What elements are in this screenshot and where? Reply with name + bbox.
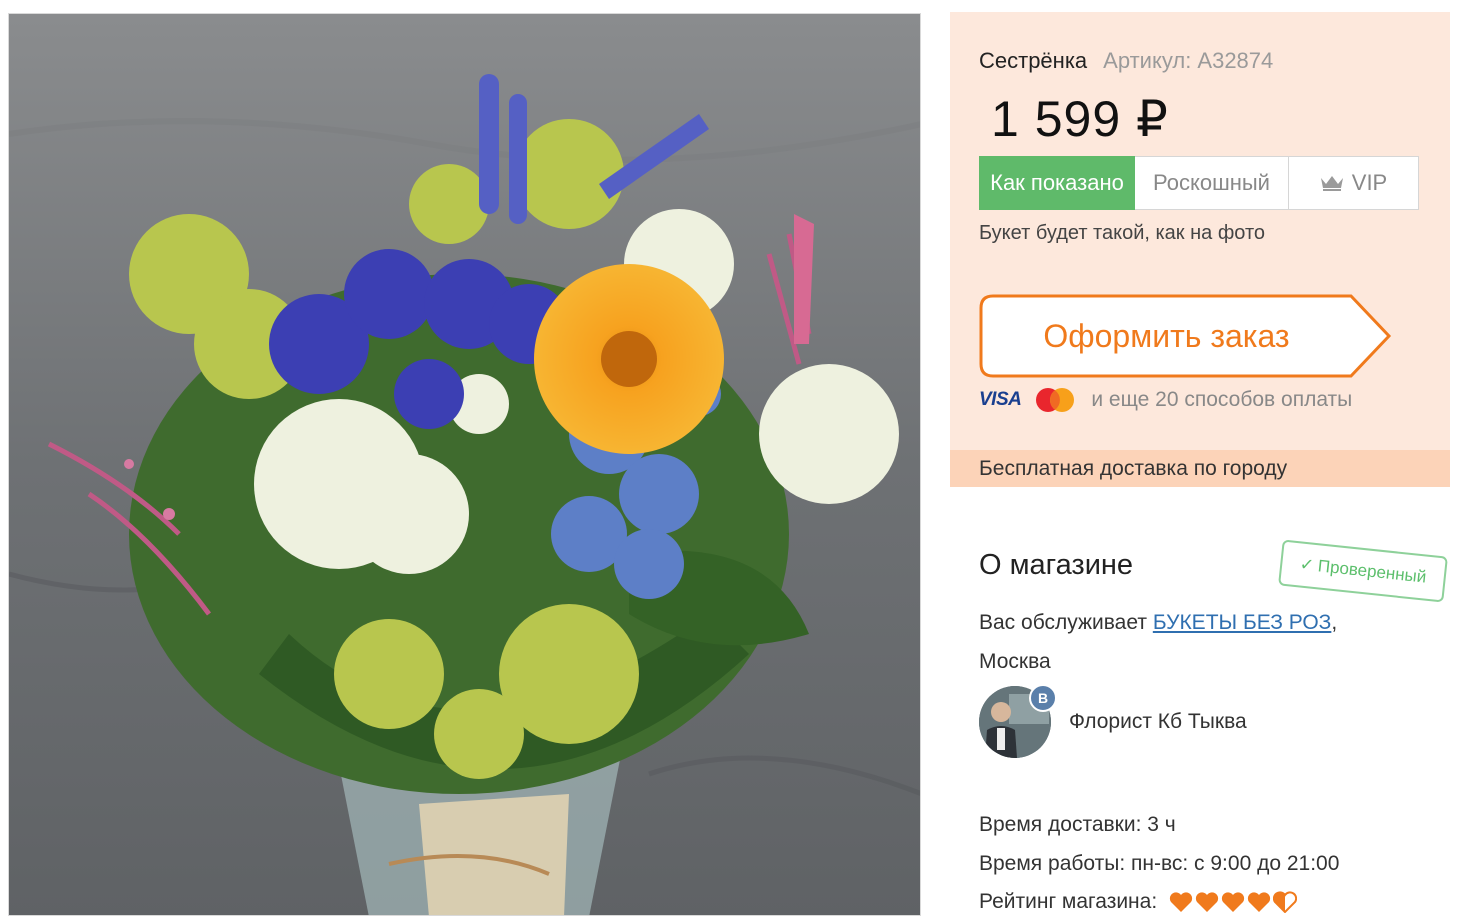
option-luxury[interactable]: Роскошный <box>1135 156 1289 210</box>
crown-icon <box>1320 175 1344 191</box>
option-luxury-label: Роскошный <box>1153 170 1270 195</box>
more-payment-methods[interactable]: и еще 20 способов оплаты <box>1091 388 1352 412</box>
option-vip-label: VIP <box>1351 170 1388 195</box>
product-price: 1 599 ₽ <box>991 91 1169 147</box>
order-button[interactable]: Оформить заказ <box>979 294 1393 378</box>
payment-methods: VISA и еще 20 способов оплаты <box>979 387 1352 413</box>
product-name: Сестрёнка <box>979 48 1088 73</box>
option-vip[interactable]: VIP <box>1289 156 1419 210</box>
order-button-label: Оформить заказ <box>1043 317 1290 354</box>
rating-hearts <box>1169 891 1299 914</box>
heart-full-icon <box>1247 892 1271 913</box>
shop-rating: Рейтинг магазина: <box>979 890 1299 914</box>
florist-card[interactable]: B Флорист Кб Тыква <box>979 684 1247 758</box>
option-as-shown[interactable]: Как показано <box>979 156 1135 210</box>
check-icon: ✓ <box>1298 554 1316 575</box>
shop-link[interactable]: БУКЕТЫ БЕЗ РОЗ <box>1153 611 1332 634</box>
delivery-time: Время доставки: 3 ч <box>979 813 1176 836</box>
mastercard-icon <box>1033 387 1077 413</box>
product-sku: Артикул: А32874 <box>1103 48 1274 73</box>
served-prefix: Вас обслуживает <box>979 611 1147 634</box>
option-note: Букет будет такой, как на фото <box>979 222 1266 244</box>
product-title-row: Сестрёнка Артикул: А32874 <box>979 48 1273 74</box>
bouquet-image <box>9 14 920 915</box>
shop-city: Москва <box>979 650 1051 673</box>
heart-full-icon <box>1221 892 1245 913</box>
vk-badge: B <box>1029 684 1057 712</box>
work-hours: Время работы: пн-вс: с 9:00 до 21:00 <box>979 852 1340 875</box>
florist-avatar[interactable]: B <box>979 684 1057 758</box>
bouquet-size-options: Как показано Роскошный VIP <box>979 156 1419 210</box>
product-photo[interactable] <box>8 13 921 916</box>
order-panel: Сестрёнка Артикул: А32874 1 599 ₽ Как пок… <box>950 12 1450 487</box>
option-as-shown-label: Как показано <box>990 170 1124 195</box>
shop-section-title: О магазине <box>979 549 1134 581</box>
free-delivery-text: Бесплатная доставка по городу <box>979 456 1288 480</box>
visa-logo: VISA <box>979 389 1022 410</box>
verified-stamp-label: Проверенный <box>1317 556 1428 587</box>
verified-stamp: ✓ Проверенный <box>1278 539 1448 603</box>
served-suffix: , <box>1331 611 1338 634</box>
heart-full-icon <box>1195 892 1219 913</box>
rating-label: Рейтинг магазина: <box>979 890 1158 913</box>
served-by: Вас обслуживает БУКЕТЫ БЕЗ РОЗ, Москва <box>979 603 1399 681</box>
free-delivery-banner: Бесплатная доставка по городу <box>950 450 1450 487</box>
heart-half-icon <box>1273 891 1298 914</box>
heart-full-icon <box>1169 892 1193 913</box>
florist-name: Флорист Кб Тыква <box>1069 710 1247 733</box>
